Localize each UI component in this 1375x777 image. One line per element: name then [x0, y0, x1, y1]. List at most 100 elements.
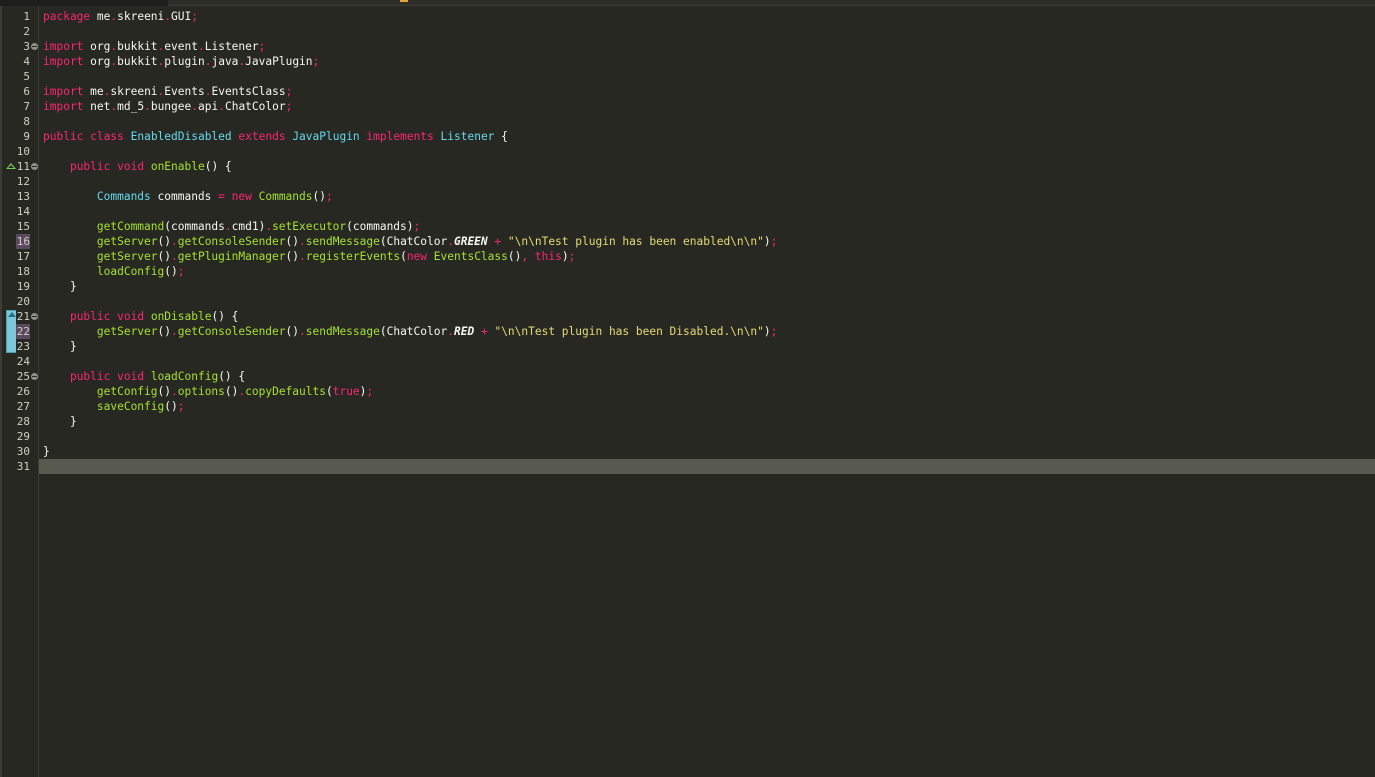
code-line[interactable] — [39, 144, 1375, 159]
code-token: getConsoleSender — [177, 325, 286, 338]
line-number: 13 — [16, 190, 30, 203]
code-line[interactable]: Commands commands = new Commands(); — [39, 189, 1375, 204]
code-line[interactable]: import net.md_5.bungee.api.ChatColor; — [39, 99, 1375, 114]
code-line-text: loadConfig(); — [43, 264, 185, 279]
code-line[interactable] — [39, 294, 1375, 309]
code-line[interactable]: loadConfig(); — [39, 264, 1375, 279]
code-token: getServer — [96, 235, 158, 248]
code-line[interactable]: public class EnabledDisabled extends Jav… — [39, 129, 1375, 144]
code-text-area[interactable]: package me.skreeni.GUI; import org.bukkit… — [39, 6, 1375, 777]
fold-collapse-icon[interactable] — [31, 163, 38, 170]
fold-collapse-icon[interactable] — [31, 43, 38, 50]
code-token: getConfig — [96, 385, 158, 398]
code-token: . — [171, 250, 178, 263]
code-token: extends — [238, 130, 286, 143]
line-number: 14 — [16, 205, 30, 218]
code-token: () — [157, 325, 171, 338]
code-line[interactable] — [39, 69, 1375, 84]
line-number: 16 — [16, 234, 30, 249]
code-line[interactable]: getServer().getPluginManager().registerE… — [39, 249, 1375, 264]
code-token: . — [299, 325, 306, 338]
code-token: onEnable — [150, 160, 205, 173]
code-line[interactable] — [39, 24, 1375, 39]
code-line-text: saveConfig(); — [43, 399, 185, 414]
code-token: EventsClass — [211, 85, 286, 98]
line-number: 19 — [16, 280, 30, 293]
fold-collapse-icon[interactable] — [31, 313, 38, 320]
code-line[interactable]: import org.bukkit.plugin.java.JavaPlugin… — [39, 54, 1375, 69]
code-token: loadConfig — [150, 370, 219, 383]
line-number: 26 — [16, 385, 30, 398]
code-line[interactable] — [39, 174, 1375, 189]
code-token: . — [447, 235, 454, 248]
code-line-text: import net.md_5.bungee.api.ChatColor; — [43, 99, 292, 114]
code-editor[interactable]: 1 2 3 4 5 6 7 8 9 10 11 12 13 14 15 16 17 18 19 20 21 22 23 24 2… — [0, 0, 1375, 777]
code-token: ; — [285, 85, 293, 98]
code-line[interactable]: getCommand(commands.cmd1).setExecutor(co… — [39, 219, 1375, 234]
code-line[interactable]: public void onEnable() { — [39, 159, 1375, 174]
code-token: EnabledDisabled — [130, 130, 232, 143]
code-line[interactable] — [39, 204, 1375, 219]
code-line[interactable]: getServer().getConsoleSender().sendMessa… — [39, 324, 1375, 339]
line-number: 6 — [23, 85, 30, 98]
code-line[interactable]: } — [39, 279, 1375, 294]
code-line-text: } — [43, 339, 77, 354]
code-line[interactable]: } — [39, 444, 1375, 459]
code-line[interactable] — [39, 354, 1375, 369]
code-line[interactable]: import me.skreeni.Events.EventsClass; — [39, 84, 1375, 99]
code-line[interactable]: public void onDisable() { — [39, 309, 1375, 324]
line-number: 8 — [23, 115, 30, 128]
code-token: commands — [150, 190, 219, 203]
code-line[interactable]: } — [39, 339, 1375, 354]
code-token: . — [171, 385, 178, 398]
code-line[interactable]: } — [39, 414, 1375, 429]
annotation-ruler[interactable] — [2, 6, 17, 777]
line-number: 22 — [16, 324, 30, 339]
code-token: import — [43, 40, 84, 53]
code-line[interactable] — [39, 114, 1375, 129]
code-token: JavaPlugin — [292, 130, 360, 143]
code-token: sendMessage — [305, 235, 380, 248]
code-line-text: getServer().getPluginManager().registerE… — [43, 249, 575, 264]
code-line[interactable]: getConfig().options().copyDefaults(true)… — [39, 384, 1375, 399]
code-line[interactable]: import org.bukkit.event.Listener; — [39, 39, 1375, 54]
code-token: me — [83, 85, 104, 98]
code-line[interactable] — [39, 459, 1375, 474]
override-triangle-icon[interactable] — [6, 163, 16, 169]
code-line-text: import org.bukkit.plugin.java.JavaPlugin… — [43, 54, 319, 69]
fold-collapse-icon[interactable] — [31, 373, 38, 380]
code-token: (ChatColor — [379, 235, 448, 248]
code-token: () — [164, 400, 178, 413]
code-token: ; — [258, 40, 266, 53]
code-token: java — [211, 55, 239, 68]
code-line[interactable]: getServer().getConsoleSender().sendMessa… — [39, 234, 1375, 249]
code-token: () — [507, 250, 522, 263]
code-token: skreeni — [110, 85, 158, 98]
code-token: event — [164, 40, 198, 53]
code-line[interactable]: package me.skreeni.GUI; — [39, 9, 1375, 24]
code-token: ; — [177, 400, 185, 413]
code-token: } — [43, 340, 77, 353]
line-number-gutter[interactable]: 1 2 3 4 5 6 7 8 9 10 11 12 13 14 15 16 17 18 19 20 21 22 23 24 2… — [16, 6, 38, 777]
code-token: copyDefaults — [245, 385, 326, 398]
code-token: ( — [325, 385, 333, 398]
code-line[interactable] — [39, 429, 1375, 444]
code-token: () — [157, 235, 171, 248]
code-line[interactable]: public void loadConfig() { — [39, 369, 1375, 384]
line-number: 4 — [23, 55, 30, 68]
line-number: 10 — [16, 145, 30, 158]
code-token: . — [299, 235, 306, 248]
code-token: . — [447, 325, 454, 338]
code-token: (commands) — [346, 220, 414, 233]
code-line-text: } — [43, 444, 50, 459]
line-number: 5 — [23, 70, 30, 83]
code-line[interactable]: saveConfig(); — [39, 399, 1375, 414]
code-token: () { — [218, 370, 246, 383]
code-token: () — [285, 325, 300, 338]
